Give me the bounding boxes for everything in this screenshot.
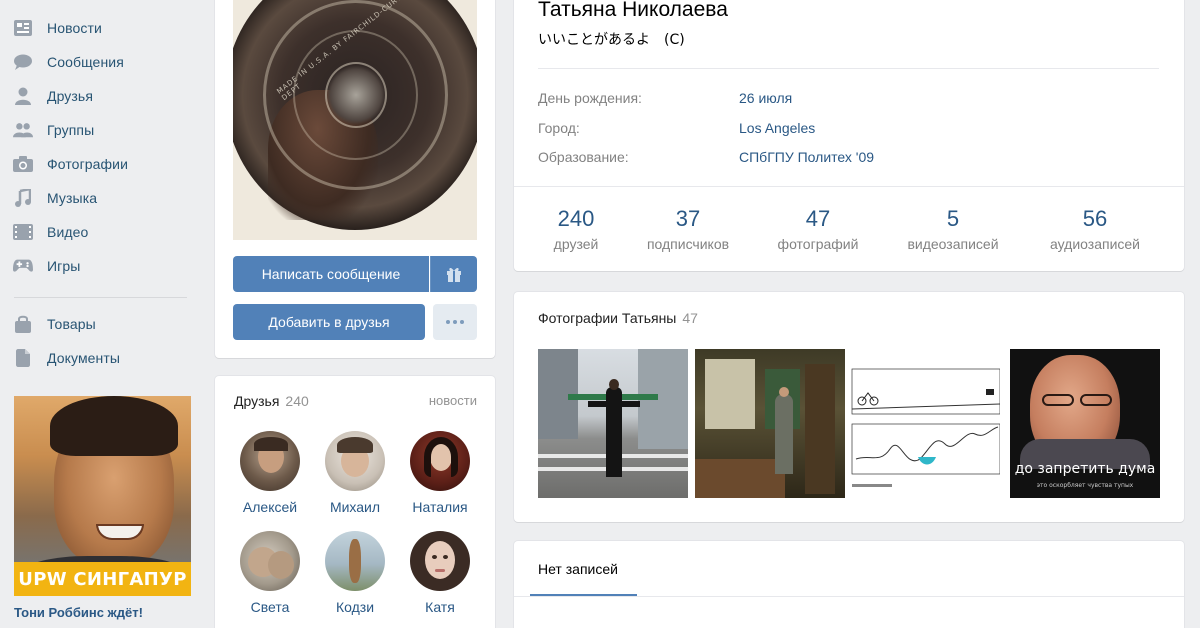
nav-label: Сообщения xyxy=(47,54,124,70)
photo-thumbnail[interactable] xyxy=(695,349,845,498)
nav-label: Товары xyxy=(47,316,96,332)
nav-label: Игры xyxy=(47,258,81,274)
profile-avatar-card: MADE IN U.S.A. BY FAIRCHILD-CURTIS OPTIC… xyxy=(215,0,495,358)
nav-item-music[interactable]: Музыка xyxy=(0,181,200,215)
meme-caption: до запретить дума xyxy=(1014,461,1156,477)
photo-thumbnail[interactable] xyxy=(850,349,1000,498)
counter-photos[interactable]: 47 фотографий xyxy=(770,206,866,252)
ad-banner-image[interactable]: UPW СИНГАПУР xyxy=(14,396,191,596)
friend-name: Кодзи xyxy=(335,599,375,615)
nav-label: Музыка xyxy=(47,190,98,206)
nav-label: Документы xyxy=(47,350,121,366)
profile-status[interactable]: いいことがあるよ (C) xyxy=(538,29,685,49)
counter-followers[interactable]: 37 подписчиков xyxy=(634,206,742,252)
friend-item[interactable]: Кодзи xyxy=(312,531,398,615)
messages-icon xyxy=(13,52,33,72)
news-icon xyxy=(13,18,33,38)
nav-label: Фотографии xyxy=(47,156,129,172)
photos-count: 47 xyxy=(682,310,698,326)
ad-title[interactable]: Тони Роббинс ждёт! xyxy=(14,605,143,620)
gift-icon xyxy=(447,267,461,282)
wall-block: Нет записей xyxy=(514,541,1184,628)
nav-item-messages[interactable]: Сообщения xyxy=(0,45,200,79)
nav-item-goods[interactable]: Товары xyxy=(0,307,200,341)
send-message-button[interactable]: Написать сообщение xyxy=(233,256,429,292)
divider xyxy=(514,596,1184,597)
nav-label: Новости xyxy=(47,20,102,36)
friends-block: Друзья 240 новости Алексей Михаил Наталия… xyxy=(215,376,495,628)
nav-label: Видео xyxy=(47,224,89,240)
friend-avatar xyxy=(240,431,300,491)
friend-name: Алексей xyxy=(242,499,298,515)
city-value[interactable]: Los Angeles xyxy=(739,120,815,136)
friends-count: 240 xyxy=(285,393,309,409)
profile-photo[interactable]: MADE IN U.S.A. BY FAIRCHILD-CURTIS OPTIC… xyxy=(233,0,477,240)
nav-label: Друзья xyxy=(47,88,94,104)
counter-audio[interactable]: 56 аудиозаписей xyxy=(1040,206,1150,252)
education-label: Образование: xyxy=(538,149,629,165)
more-actions-button[interactable] xyxy=(433,304,477,340)
friend-name: Света xyxy=(250,599,290,615)
music-icon xyxy=(13,188,33,208)
nav-item-photos[interactable]: Фотографии xyxy=(0,147,200,181)
ad-banner-label: UPW СИНГАПУР xyxy=(14,562,191,596)
friend-avatar xyxy=(410,531,470,591)
counter-videos[interactable]: 5 видеозаписей xyxy=(898,206,1008,252)
photo-thumbnail[interactable]: до запретить дума это оскорбляет чувства… xyxy=(1010,349,1160,498)
more-dots-icon xyxy=(446,320,464,324)
add-friend-button[interactable]: Добавить в друзья xyxy=(233,304,425,340)
counter-friends[interactable]: 240 друзей xyxy=(548,206,604,252)
nav-item-friends[interactable]: Друзья xyxy=(0,79,200,113)
left-navigation: Новости Сообщения Друзья Группы Фотограф… xyxy=(0,0,205,628)
profile-info-card: Татьяна Николаева いいことがあるよ (C) День рожд… xyxy=(514,0,1184,271)
games-icon xyxy=(13,256,33,276)
friend-name: Катя xyxy=(425,599,455,615)
meme-subcaption: это оскорбляет чувства тупых xyxy=(1036,482,1134,489)
friends-header[interactable]: Друзья 240 xyxy=(234,393,309,409)
divider xyxy=(514,186,1184,187)
video-icon xyxy=(13,222,33,242)
nav-item-video[interactable]: Видео xyxy=(0,215,200,249)
nav-item-groups[interactable]: Группы xyxy=(0,113,200,147)
birthday-value[interactable]: 26 июля xyxy=(739,90,792,106)
wall-tab-no-posts[interactable]: Нет записей xyxy=(538,561,618,577)
photos-block: Фотографии Татьяны 47 до запретить дума … xyxy=(514,292,1184,522)
nav-item-documents[interactable]: Документы xyxy=(0,341,200,375)
friend-name: Наталия xyxy=(412,499,468,515)
friend-item[interactable]: Света xyxy=(227,531,313,615)
nav-label: Группы xyxy=(47,122,95,138)
photos-header[interactable]: Фотографии Татьяны 47 xyxy=(538,310,698,326)
profile-name: Татьяна Николаева xyxy=(538,0,728,21)
nav-item-news[interactable]: Новости xyxy=(0,11,200,45)
education-value[interactable]: СПбГПУ Политех '09 xyxy=(739,149,874,165)
gift-button[interactable] xyxy=(430,256,477,292)
friends-news-link[interactable]: новости xyxy=(429,393,477,408)
photo-thumbnail[interactable] xyxy=(538,349,688,498)
bag-icon xyxy=(13,314,33,334)
nav-item-games[interactable]: Игры xyxy=(0,249,200,283)
divider xyxy=(538,68,1159,69)
friend-avatar xyxy=(410,431,470,491)
city-label: Город: xyxy=(538,120,580,136)
friend-item[interactable]: Катя xyxy=(397,531,483,615)
friend-item[interactable]: Алексей xyxy=(227,431,313,515)
birthday-label: День рождения: xyxy=(538,90,642,106)
groups-icon xyxy=(13,120,33,140)
friend-avatar xyxy=(325,431,385,491)
document-icon xyxy=(13,348,33,368)
camera-icon xyxy=(13,154,33,174)
friend-avatar xyxy=(240,531,300,591)
diagram-graphic xyxy=(851,368,1000,487)
friend-name: Михаил xyxy=(329,499,381,515)
friends-icon xyxy=(13,86,33,106)
friend-avatar xyxy=(325,531,385,591)
nav-divider xyxy=(14,297,187,298)
friend-item[interactable]: Наталия xyxy=(397,431,483,515)
friend-item[interactable]: Михаил xyxy=(312,431,398,515)
